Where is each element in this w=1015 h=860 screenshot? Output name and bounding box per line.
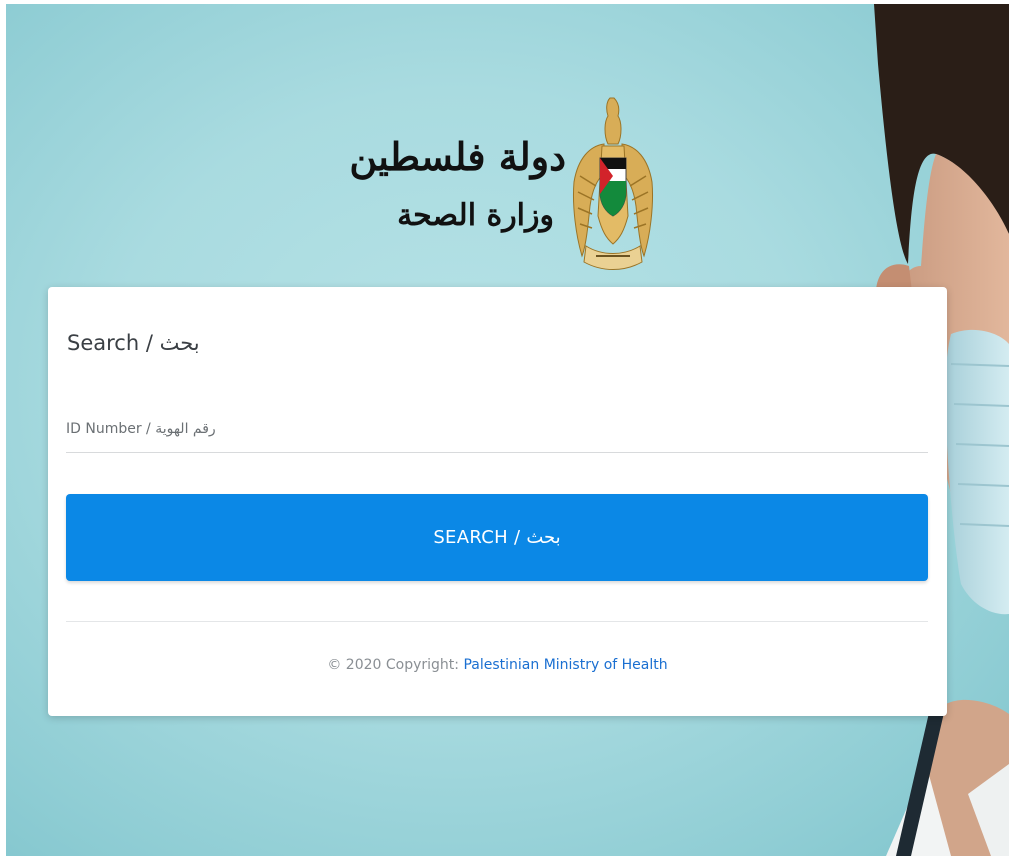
id-number-input[interactable]	[66, 405, 928, 453]
search-card: Search / بحث SEARCH / بحث © 2020 Copyrig…	[48, 287, 947, 716]
search-card-title: Search / بحث	[67, 331, 200, 355]
search-button[interactable]: SEARCH / بحث	[66, 494, 928, 581]
palestine-eagle-emblem-icon	[573, 97, 653, 270]
copyright-footer: © 2020 Copyright: Palestinian Ministry o…	[48, 657, 947, 673]
card-divider	[66, 621, 928, 622]
ministry-link[interactable]: Palestinian Ministry of Health	[463, 657, 667, 673]
copyright-text: © 2020 Copyright:	[327, 657, 464, 673]
ministry-brand: دولة فلسطين وزارة الصحة	[349, 96, 676, 276]
brand-title: دولة فلسطين	[349, 134, 566, 179]
page-background: دولة فلسطين وزارة الصحة Search / بحث SEA…	[6, 4, 1009, 856]
brand-subtitle: وزارة الصحة	[397, 198, 554, 233]
